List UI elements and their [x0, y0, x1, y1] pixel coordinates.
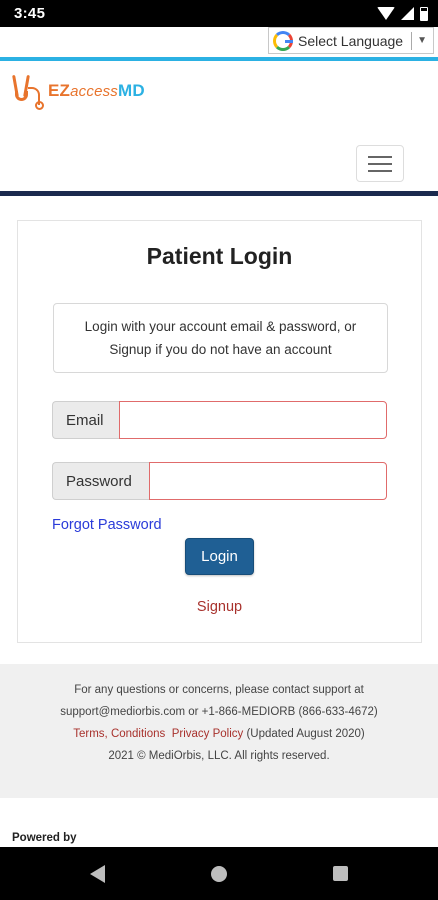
- menu-bar-icon: [368, 169, 392, 172]
- login-info-line1: Login with your account email & password…: [84, 319, 357, 334]
- battery-icon: [420, 6, 428, 21]
- site-footer: For any questions or concerns, please co…: [0, 664, 438, 798]
- language-select-divider: [411, 31, 413, 50]
- logo[interactable]: EZaccessMD: [12, 73, 145, 110]
- privacy-policy-link[interactable]: Privacy Policy: [172, 728, 244, 740]
- login-button[interactable]: Login: [185, 538, 254, 575]
- terms-link[interactable]: Terms, Conditions: [73, 728, 165, 740]
- password-field[interactable]: [149, 462, 387, 500]
- brand-md: MD: [118, 81, 145, 100]
- hamburger-menu-button[interactable]: [356, 145, 404, 182]
- google-icon: [273, 30, 293, 51]
- forgot-password-link[interactable]: Forgot Password: [52, 517, 162, 533]
- password-label: Password: [52, 462, 149, 500]
- powered-by-label: Powered by: [12, 832, 77, 844]
- email-field[interactable]: [119, 401, 387, 439]
- footer-legal: Terms, Conditions Privacy Policy (Update…: [0, 723, 438, 745]
- signal-icon: [401, 7, 414, 20]
- header-divider: [0, 191, 438, 196]
- brand-access: access: [70, 83, 119, 100]
- policy-updated-text: (Updated August 2020): [246, 728, 365, 740]
- login-info-text: Login with your account email & password…: [85, 315, 357, 361]
- page-title: Patient Login: [146, 243, 293, 269]
- site-header: EZaccessMD: [0, 61, 438, 191]
- status-icons: [377, 6, 428, 21]
- menu-bar-icon: [368, 155, 392, 158]
- footer-copyright: 2021 © MediOrbis, LLC. All rights reserv…: [108, 750, 330, 762]
- signup-wrapper: Signup: [18, 599, 421, 615]
- login-card: Patient Login Login with your account em…: [17, 220, 422, 643]
- language-select-label: Select Language: [298, 32, 404, 49]
- dropdown-arrow-icon: ▼: [417, 35, 427, 46]
- signup-link[interactable]: Signup: [197, 599, 242, 615]
- password-group: Password: [52, 462, 387, 500]
- system-nav-bar: [0, 847, 438, 900]
- menu-bar-icon: [368, 162, 392, 165]
- brand-name: EZaccessMD: [48, 81, 145, 101]
- language-select[interactable]: Select Language ▼: [268, 27, 434, 54]
- status-bar: 3:45: [0, 0, 438, 27]
- login-info-line2: Signup if you do not have an account: [109, 342, 332, 357]
- status-time: 3:45: [14, 5, 46, 22]
- login-info-box: Login with your account email & password…: [53, 303, 388, 373]
- stethoscope-icon: [12, 73, 44, 110]
- translate-bar: Select Language ▼: [0, 27, 438, 57]
- email-label: Email: [52, 401, 119, 439]
- wifi-icon: [377, 7, 395, 20]
- recent-apps-icon[interactable]: [333, 866, 348, 881]
- footer-contact-line1: For any questions or concerns, please co…: [74, 684, 364, 696]
- back-icon[interactable]: [90, 865, 105, 883]
- brand-ez: EZ: [48, 81, 71, 100]
- home-icon[interactable]: [211, 866, 227, 882]
- footer-contact-line2: support@mediorbis.com or +1-866-MEDIORB …: [60, 706, 378, 718]
- email-group: Email: [52, 401, 387, 439]
